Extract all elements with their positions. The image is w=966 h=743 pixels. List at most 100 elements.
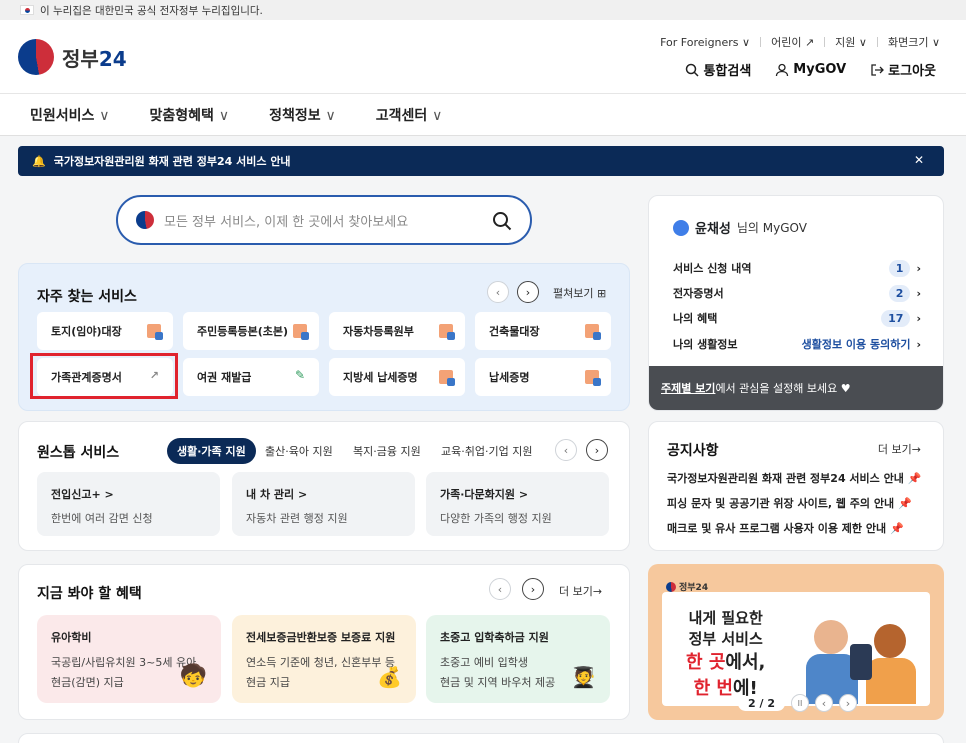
chevron-right-icon: › — [916, 338, 921, 351]
highlight-box — [30, 353, 178, 399]
notices-more-link[interactable]: 더 보기→ — [878, 441, 921, 457]
promo-banner[interactable]: 정부24 내게 필요한 정부 서비스 한 곳에서, 한 번에! 2 / 2 II… — [648, 564, 944, 720]
close-icon[interactable]: ✕ — [914, 153, 924, 167]
mygov-row-benefits[interactable]: 나의 혜택 17 › — [673, 309, 921, 327]
gov-official-bar: 이 누리집은 대한민국 공식 전자정부 누리집입니다. — [0, 0, 966, 20]
logo-number: 24 — [98, 46, 127, 71]
mygov-row-label: 나의 혜택 — [673, 312, 718, 325]
frequent-services-title: 자주 찾는 서비스 — [37, 289, 137, 305]
search-input[interactable]: 모든 정부 서비스, 이제 한 곳에서 찾아보세요 — [164, 211, 408, 230]
util-link-kids[interactable]: 어린이 ↗ — [771, 34, 814, 50]
prev-arrow-button[interactable]: ‹ — [489, 578, 511, 600]
onestop-item[interactable]: 전입신고+ > 한번에 여러 감면 신청 — [37, 472, 220, 536]
tab-education-job[interactable]: 교육·취업·기업 지원 — [441, 443, 532, 459]
mygov-row-certificates[interactable]: 전자증명서 2 › — [673, 284, 921, 302]
banner-headline: 내게 필요한 정부 서비스 한 곳에서, 한 번에! — [686, 608, 765, 702]
mygov-row-applications[interactable]: 서비스 신청 내역 1 › — [673, 259, 921, 277]
onestop-item-title: 전입신고+ > — [51, 488, 114, 501]
mygov-row-label: 나의 생활정보 — [673, 338, 738, 351]
service-tile[interactable]: 건축물대장 — [475, 312, 611, 350]
topic-view-link[interactable]: 주제별 보기 — [661, 380, 715, 396]
document-print-icon — [147, 324, 163, 340]
tab-birth-childcare[interactable]: 출산·육아 지원 — [265, 443, 333, 459]
notice-text: 국가정보자원관리원 화재 관련 정부24 서비스 안내 — [53, 155, 291, 168]
benefit-card[interactable]: 유아학비 국공립/사립유치원 3~5세 유아 현금(감면) 지급 🧒 — [37, 615, 221, 703]
service-tile[interactable]: 납세증명 — [475, 358, 611, 396]
document-print-icon — [293, 324, 309, 340]
notice-item-label: 국가정보자원관리원 화재 관련 정부24 서비스 안내 — [667, 472, 904, 485]
chevron-down-icon: ∨ — [99, 107, 110, 124]
tab-life-family[interactable]: 생활·가족 지원 — [167, 438, 256, 464]
service-tile[interactable]: 토지(임야)대장 — [37, 312, 173, 350]
top-actions: 통합검색 MyGOV 로그아웃 — [685, 60, 936, 79]
gov-emblem-icon — [136, 211, 154, 229]
divider — [760, 37, 762, 47]
document-print-icon — [439, 324, 455, 340]
nav-policy-info[interactable]: 정책정보 ∨ — [269, 105, 336, 125]
document-print-icon — [585, 324, 601, 340]
util-link-foreigners[interactable]: For Foreigners ∨ — [660, 36, 750, 49]
notice-item[interactable]: 피싱 문자 및 공공기관 위장 사이트, 웹 주의 안내 📌 — [667, 495, 912, 511]
onestop-item-desc: 다양한 가족의 행정 지원 — [440, 512, 552, 525]
notice-item-label: 피싱 문자 및 공공기관 위장 사이트, 웹 주의 안내 — [667, 497, 895, 510]
pin-icon: 📌 — [897, 497, 912, 510]
main-search-box[interactable]: 모든 정부 서비스, 이제 한 곳에서 찾아보세요 — [116, 195, 532, 245]
onestop-title: 원스톱 서비스 — [37, 445, 120, 461]
mygov-suffix: 님의 MyGOV — [736, 221, 807, 235]
onestop-item[interactable]: 가족·다문화지원 > 다양한 가족의 행정 지원 — [426, 472, 609, 536]
benefit-title: 유아학비 — [51, 631, 92, 644]
logout-button[interactable]: 로그아웃 — [870, 60, 936, 79]
chevron-right-icon: › — [916, 286, 921, 300]
chevron-right-icon: › — [916, 311, 921, 325]
next-arrow-button[interactable]: › — [517, 281, 539, 303]
edit-icon: ✎ — [294, 368, 305, 382]
benefit-title: 초중고 입학축하금 지원 — [440, 631, 549, 644]
service-tile[interactable]: 여권 재발급 ✎ — [183, 358, 319, 396]
search-icon[interactable] — [492, 211, 512, 231]
nav-custom-benefits[interactable]: 맞춤형혜택 ∨ — [150, 105, 230, 125]
nav-customer-center[interactable]: 고객센터 ∨ — [376, 105, 443, 125]
mygov-label: MyGOV — [793, 62, 847, 77]
notice-item[interactable]: 매크로 및 유사 프로그램 사용자 이용 제한 안내 📌 — [667, 520, 904, 536]
util-link-font-size[interactable]: 화면크기 ∨ — [888, 34, 940, 50]
util-link-support[interactable]: 지원 ∨ — [835, 34, 867, 50]
mygov-row-label: 서비스 신청 내역 — [673, 262, 752, 275]
banner-line: 에서, — [725, 652, 766, 673]
life-info-consent-link[interactable]: 생활정보 이용 동의하기 — [802, 338, 911, 351]
onestop-services-panel: 원스톱 서비스 생활·가족 지원 출산·육아 지원 복지·금융 지원 교육·취업… — [18, 421, 630, 551]
onestop-item-desc: 자동차 관련 행정 지원 — [246, 512, 348, 525]
next-arrow-button[interactable]: › — [522, 578, 544, 600]
gov-emblem-icon — [18, 39, 54, 75]
next-arrow-button[interactable]: › — [838, 694, 857, 712]
benefits-more-link[interactable]: 더 보기→ — [559, 583, 602, 599]
tab-welfare-finance[interactable]: 복지·금융 지원 — [353, 443, 421, 459]
expand-button[interactable]: 펼쳐보기 ⊞ — [553, 285, 606, 301]
notice-item[interactable]: 국가정보자원관리원 화재 관련 정부24 서비스 안내 📌 — [667, 470, 921, 486]
integrated-search-button[interactable]: 통합검색 — [685, 60, 751, 79]
onestop-item-title: 내 차 관리 > — [246, 488, 308, 501]
mygov-button[interactable]: MyGOV — [775, 60, 846, 79]
prev-arrow-button[interactable]: ‹ — [487, 281, 509, 303]
service-tile[interactable]: 자동차등록원부 — [329, 312, 465, 350]
next-arrow-button[interactable]: › — [586, 439, 608, 461]
nav-civil-service[interactable]: 민원서비스 ∨ — [30, 105, 110, 125]
pause-button[interactable]: II — [790, 694, 809, 712]
banner-controls: 2 / 2 II ‹ › — [738, 694, 857, 712]
document-print-icon — [439, 370, 455, 386]
onestop-item-desc: 한번에 여러 감면 신청 — [51, 512, 153, 525]
benefits-title: 지금 봐야 할 혜택 — [37, 586, 142, 602]
prev-arrow-button[interactable]: ‹ — [555, 439, 577, 461]
chevron-down-icon: ∨ — [218, 107, 230, 124]
site-logo[interactable]: 정부24 — [18, 39, 127, 75]
search-icon — [686, 63, 699, 77]
service-tile[interactable]: 주민등록등본(초본) — [183, 312, 319, 350]
benefit-card[interactable]: 초중고 입학축하금 지원 초중고 예비 입학생 현금 및 지역 바우처 제공 🧑‍… — [426, 615, 610, 703]
mygov-row-life-info[interactable]: 나의 생활정보 생활정보 이용 동의하기 › — [673, 336, 921, 352]
benefit-card[interactable]: 전세보증금반환보증 보증료 지원 연소득 기준에 청년, 신혼부부 등 현금 지급… — [232, 615, 416, 703]
nav-label: 고객센터 — [375, 107, 428, 124]
notice-banner[interactable]: 🔔 국가정보자원관리원 화재 관련 정부24 서비스 안내 ✕ — [18, 146, 944, 176]
prev-arrow-button[interactable]: ‹ — [814, 694, 833, 712]
onestop-item[interactable]: 내 차 관리 > 자동차 관련 행정 지원 — [232, 472, 415, 536]
chevron-right-icon: › — [916, 261, 921, 275]
service-tile[interactable]: 지방세 납세증명 — [329, 358, 465, 396]
